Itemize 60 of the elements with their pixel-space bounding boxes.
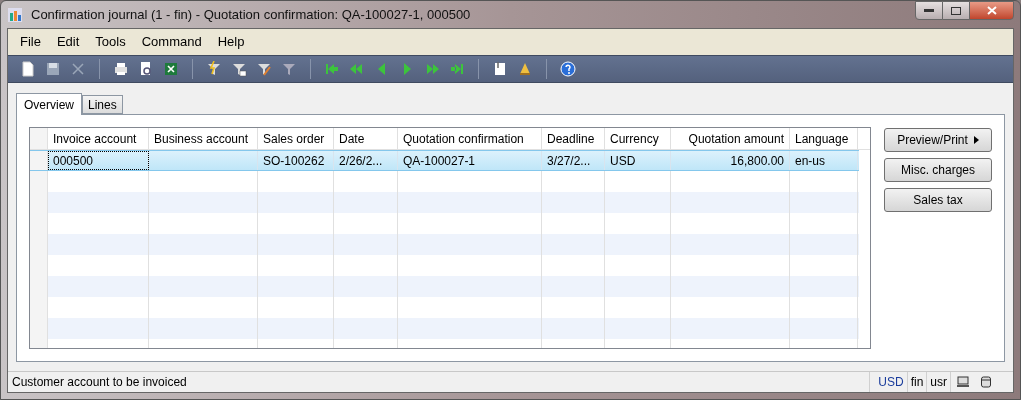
computer-icon[interactable] bbox=[957, 376, 969, 388]
maximize-icon bbox=[951, 6, 961, 15]
table-cell-text: 16,800.00 bbox=[730, 152, 784, 170]
column-header[interactable]: Currency bbox=[605, 128, 671, 149]
column-header[interactable]: Quotation amount bbox=[671, 128, 790, 149]
table-cell-text: en-us bbox=[795, 152, 826, 170]
filter-lightning-icon[interactable] bbox=[206, 61, 222, 77]
filter-edit-icon[interactable] bbox=[256, 61, 272, 77]
column-header[interactable]: Date bbox=[334, 128, 398, 149]
first-record-icon[interactable] bbox=[324, 61, 340, 77]
column-header[interactable]: Invoice account bbox=[48, 128, 149, 149]
print-icon[interactable] bbox=[113, 61, 129, 77]
print-preview-icon[interactable] bbox=[138, 61, 154, 77]
minimize-icon bbox=[924, 8, 934, 13]
database-icon[interactable] bbox=[981, 376, 991, 388]
action-button[interactable]: Preview/Print bbox=[884, 128, 992, 152]
filter-grid-icon[interactable] bbox=[231, 61, 247, 77]
table-cell-text: USD bbox=[610, 152, 636, 170]
spreadsheet-icon[interactable] bbox=[163, 61, 179, 77]
minimize-button[interactable] bbox=[915, 1, 943, 20]
close-button[interactable] bbox=[969, 1, 1014, 20]
menu-item[interactable]: File bbox=[20, 32, 41, 52]
help-icon[interactable] bbox=[560, 61, 576, 77]
table-cell-text: SO-100262 bbox=[263, 152, 325, 170]
bell-icon[interactable] bbox=[517, 61, 533, 77]
menu-item[interactable]: Help bbox=[217, 32, 245, 52]
rewind-icon[interactable] bbox=[349, 61, 365, 77]
table-cell-text: 3/27/2... bbox=[547, 152, 591, 170]
app-icon bbox=[7, 6, 23, 23]
tab[interactable]: Lines bbox=[82, 95, 123, 114]
last-record-icon[interactable] bbox=[449, 61, 465, 77]
column-header[interactable]: Language bbox=[790, 128, 858, 149]
submenu-arrow-icon bbox=[973, 136, 979, 144]
menu-item[interactable]: Command bbox=[141, 32, 202, 52]
table-cell-text: 2/26/2... bbox=[339, 152, 383, 170]
table-cell-text: QA-100027-1 bbox=[403, 152, 476, 170]
action-button[interactable]: Sales tax bbox=[884, 188, 992, 212]
maximize-button[interactable] bbox=[943, 1, 969, 20]
window-title: Confirmation journal (1 - fin) - Quotation confirmation: QA-100027-1, 000500 bbox=[31, 5, 471, 24]
column-header[interactable]: Quotation confirmation bbox=[398, 128, 542, 149]
menu-item[interactable]: Tools bbox=[95, 32, 126, 52]
delete-icon[interactable] bbox=[70, 61, 86, 77]
column-header[interactable]: Business account bbox=[149, 128, 258, 149]
status-field[interactable]: usr bbox=[927, 372, 951, 392]
action-button[interactable]: Misc. charges bbox=[884, 158, 992, 182]
status-field[interactable]: USD bbox=[875, 372, 908, 392]
menu-item[interactable]: Edit bbox=[56, 32, 80, 52]
table-cell-text: 000500 bbox=[53, 152, 94, 170]
new-document-icon[interactable] bbox=[20, 61, 36, 77]
status-field[interactable]: fin bbox=[907, 372, 928, 392]
column-header[interactable]: Sales order bbox=[258, 128, 334, 149]
tab[interactable]: Overview bbox=[16, 93, 82, 115]
status-message: Customer account to be invoiced bbox=[11, 374, 187, 391]
save-icon[interactable] bbox=[45, 61, 61, 77]
filter-remove-icon[interactable] bbox=[281, 61, 297, 77]
close-icon bbox=[986, 6, 997, 15]
column-header[interactable]: Deadline bbox=[542, 128, 605, 149]
document-clip-icon[interactable] bbox=[492, 61, 508, 77]
fast-forward-icon[interactable] bbox=[424, 61, 440, 77]
table-row[interactable]: 000500 SO-100262 2/26/2... QA-100027-1 3/27/2... USD 16,800.00 en-us bbox=[30, 150, 859, 171]
